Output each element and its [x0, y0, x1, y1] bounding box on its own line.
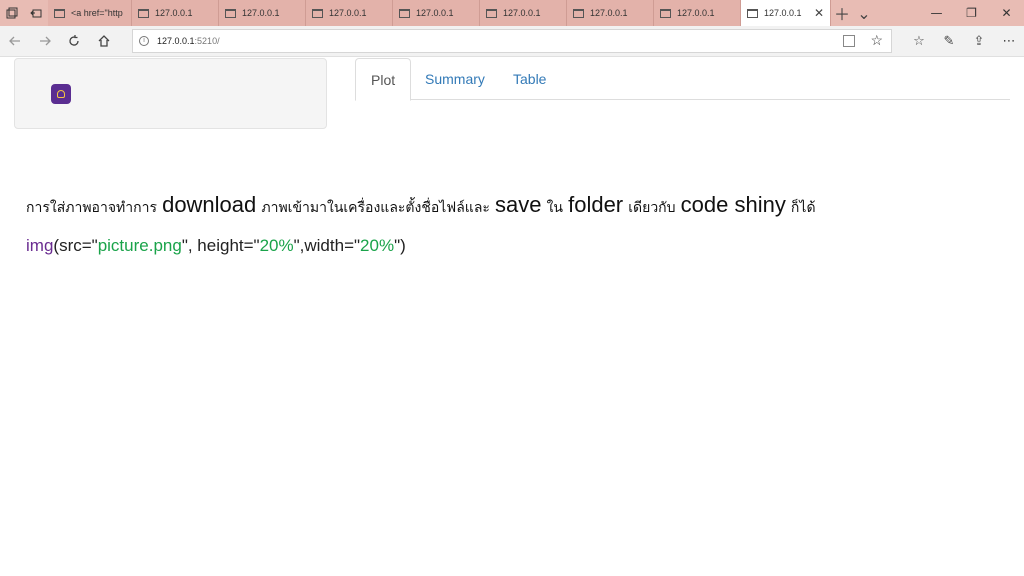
reading-view-icon[interactable] [843, 35, 855, 47]
browser-tab-label: 127.0.0.1 [764, 8, 802, 18]
close-window-icon[interactable]: ✕ [989, 0, 1024, 26]
browser-tab-label: 127.0.0.1 [416, 8, 454, 18]
set-aside-tabs-icon[interactable] [24, 0, 48, 26]
url-port: :5210/ [194, 36, 220, 46]
site-info-icon[interactable]: i [139, 36, 149, 46]
page-icon [399, 8, 410, 18]
page-icon [747, 8, 758, 18]
instruction-segment: ก็ได้ [790, 200, 816, 216]
browser-tab-label: 127.0.0.1 [590, 8, 628, 18]
page-icon [573, 8, 584, 18]
sidebar-panel [14, 58, 327, 129]
browser-navigation-bar: i 127.0.0.1:5210/ ☆ ☆ ✎ ⇪ ⋯ [0, 26, 1024, 57]
browser-tab[interactable]: 127.0.0.1 [567, 0, 654, 26]
refresh-icon[interactable] [63, 30, 85, 52]
pen-icon[interactable]: ✎ [934, 30, 964, 52]
code-punct: ") [394, 236, 406, 255]
browser-tab-label: 127.0.0.1 [155, 8, 193, 18]
browser-tab[interactable]: <a href="http [48, 0, 132, 26]
page-icon [312, 8, 323, 18]
browser-tab-label: 127.0.0.1 [329, 8, 367, 18]
browser-tab[interactable]: 127.0.0.1 [480, 0, 567, 26]
back-icon[interactable] [4, 30, 26, 52]
new-tab-icon[interactable]: ＋ [831, 0, 853, 26]
page-icon [54, 8, 65, 18]
code-punct: ",width=" [293, 236, 361, 255]
browser-tab-label: 127.0.0.1 [242, 8, 280, 18]
favorite-star-icon[interactable]: ☆ [870, 32, 883, 49]
page-icon [225, 8, 236, 18]
tab-table[interactable]: Table [498, 58, 561, 100]
app-logo [51, 84, 71, 104]
instruction-keyword: save [495, 192, 542, 217]
instruction-keyword: download [162, 192, 257, 217]
page-icon [138, 8, 149, 18]
browser-tab[interactable]: 127.0.0.1 [219, 0, 306, 26]
address-bar[interactable]: i 127.0.0.1:5210/ ☆ [132, 29, 892, 53]
code-example: img(src="picture.png", height="20%",widt… [26, 236, 406, 256]
tab-actions-icon[interactable] [0, 0, 24, 26]
instruction-segment: ใน [546, 200, 563, 216]
more-options-icon[interactable]: ⋯ [994, 30, 1024, 52]
instruction-segment: การใส่ภาพอาจทำการ [26, 200, 157, 216]
favorites-list-icon[interactable]: ☆ [904, 30, 934, 52]
browser-tab[interactable]: 127.0.0.1 [132, 0, 219, 26]
home-icon[interactable] [93, 30, 115, 52]
browser-tab[interactable]: 127.0.0.1 [393, 0, 480, 26]
page-icon [660, 8, 671, 18]
page-icon [486, 8, 497, 18]
code-punct: ", height=" [181, 236, 260, 255]
browser-tab-label: 127.0.0.1 [677, 8, 715, 18]
instruction-keyword: folder [568, 192, 624, 217]
tab-plot[interactable]: Plot [355, 58, 412, 101]
url-host: 127.0.0.1 [157, 36, 195, 46]
code-string: 20% [360, 236, 395, 255]
chevron-down-icon[interactable]: ⌄ [853, 0, 875, 26]
forward-icon[interactable] [34, 30, 56, 52]
browser-tab[interactable]: 127.0.0.1 [654, 0, 741, 26]
share-icon[interactable]: ⇪ [964, 30, 994, 52]
instruction-text: การใส่ภาพอาจทำการ download ภาพเข้ามาในเค… [26, 192, 816, 219]
restore-icon[interactable]: ❐ [954, 0, 989, 26]
instruction-keyword: code shiny [680, 192, 786, 217]
tab-summary[interactable]: Summary [410, 58, 500, 100]
code-string: 20% [259, 236, 294, 255]
browser-tab-strip: <a href="http 127.0.0.1 127.0.0.1 127.0.… [0, 0, 1024, 26]
code-string: picture.png [97, 236, 182, 255]
browser-tab-active[interactable]: 127.0.0.1 ✕ [741, 0, 831, 26]
browser-tab-label: 127.0.0.1 [503, 8, 541, 18]
code-punct: (src=" [53, 236, 98, 255]
browser-tab-label: <a href="http [71, 8, 123, 18]
bell-icon [57, 90, 65, 98]
minimize-icon[interactable]: — [919, 0, 954, 26]
page-tabset: Plot Summary Table [355, 58, 1010, 101]
instruction-segment: เดียวกับ [628, 200, 676, 216]
code-function: img [26, 236, 54, 255]
browser-tab[interactable]: 127.0.0.1 [306, 0, 393, 26]
instruction-segment: ภาพเข้ามาในเครื่องและตั้งชื่อไฟล์และ [261, 200, 490, 216]
close-tab-icon[interactable]: ✕ [814, 6, 824, 20]
